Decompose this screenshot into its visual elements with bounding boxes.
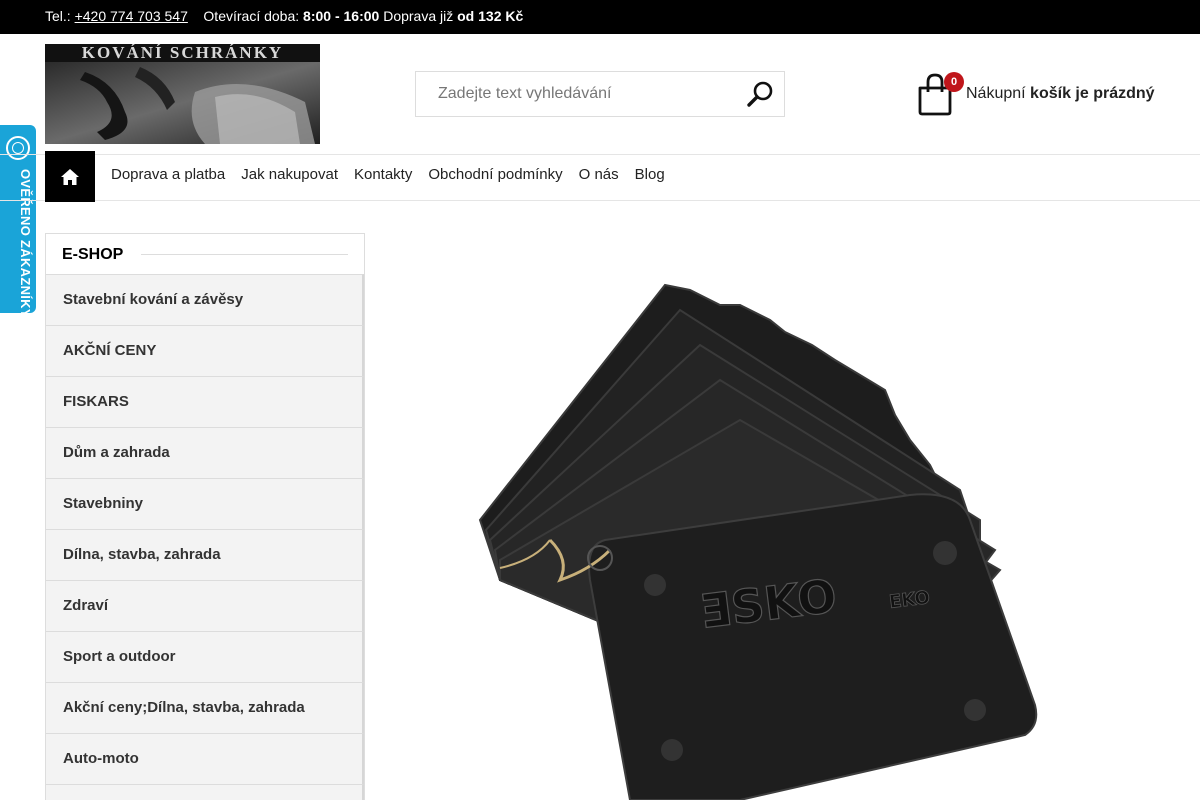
category-label: Dílna, stavba, zahrada (63, 546, 221, 563)
shipping-label: Doprava již (383, 8, 454, 24)
nav-item-blog[interactable]: Blog (627, 166, 673, 183)
category-item[interactable]: Stavebniny (46, 478, 364, 529)
nav-divider (0, 200, 1200, 201)
category-label: Akční ceny;Dílna, stavba, zahrada (63, 699, 305, 716)
category-sidebar: E-SHOP Stavební kování a závěsy AKČNÍ CE… (45, 233, 365, 800)
nav-item-how-to-buy[interactable]: Jak nakupovat (233, 166, 346, 183)
category-item[interactable]: Stavební kování a závěsy (46, 274, 364, 325)
nav-item-shipping[interactable]: Doprava a platba (103, 166, 233, 183)
category-label: FISKARS (63, 393, 129, 410)
shipping-price: od 132 Kč (457, 8, 524, 24)
category-item[interactable]: Akční ceny;Dílna, stavba, zahrada (46, 682, 364, 733)
nav-divider (0, 154, 1200, 155)
category-label: Dům a zahrada (63, 444, 170, 461)
opening-hours: 8:00 - 16:00 (303, 8, 380, 24)
phone-link[interactable]: +420 774 703 547 (75, 8, 188, 24)
category-item[interactable]: Dům a zahrada (46, 427, 364, 478)
nav-item-about[interactable]: O nás (571, 166, 627, 183)
nav-item-terms[interactable]: Obchodní podmínky (420, 166, 570, 183)
category-label: Stavební kování a závěsy (63, 291, 244, 308)
home-button[interactable] (45, 151, 95, 202)
nav-item-contacts[interactable]: Kontakty (346, 166, 420, 183)
home-icon (61, 168, 79, 185)
top-info-bar: Tel.: +420 774 703 547 Otevírací doba: 8… (0, 0, 1200, 34)
cart-count-badge: 0 (944, 72, 964, 92)
cart-status: košík je prázdný (1030, 85, 1155, 102)
category-label: Sport a outdoor (63, 648, 176, 665)
cart-label: Nákupní (966, 85, 1026, 102)
category-item[interactable]: Zdraví (46, 580, 364, 631)
category-item[interactable]: FISKARS (46, 376, 364, 427)
category-item[interactable]: Sport a outdoor (46, 631, 364, 682)
seal-icon (6, 136, 30, 160)
site-logo[interactable]: KOVÁNÍ SCHRÁNKY (45, 44, 320, 144)
main-nav: Doprava a platba Jak nakupovat Kontakty … (103, 166, 673, 183)
search-box (415, 71, 785, 117)
category-label: Stavebniny (63, 495, 144, 512)
search-icon (747, 81, 773, 107)
search-input[interactable] (416, 72, 736, 116)
pliers-photo-icon (45, 62, 320, 144)
sidebar-header: E-SHOP (46, 234, 364, 274)
shopping-bag-icon: 0 (916, 72, 964, 116)
category-item[interactable] (46, 784, 364, 800)
category-label: Auto-moto (63, 750, 139, 767)
category-label: AKČNÍ CENY (63, 342, 157, 359)
sidebar-title-rule (141, 254, 348, 255)
plastic-tray-fan-image: ƎSKO EKO (478, 283, 1038, 800)
category-item[interactable]: Auto-moto (46, 733, 364, 784)
category-item[interactable]: Dílna, stavba, zahrada (46, 529, 364, 580)
cart-widget[interactable]: 0 Nákupní košík je prázdný (916, 72, 1155, 116)
category-label: Zdraví (63, 597, 109, 614)
sidebar-title: E-SHOP (62, 246, 124, 263)
logo-text: KOVÁNÍ SCHRÁNKY (45, 44, 320, 62)
category-item[interactable]: AKČNÍ CENY (46, 325, 364, 376)
tel-label: Tel.: (45, 8, 71, 24)
search-button[interactable] (746, 80, 776, 108)
product-image[interactable]: ƎSKO EKO (440, 250, 1080, 800)
trust-badge-text: OVĚŘENO ZÁKAZNÍKY (18, 169, 33, 318)
hours-label: Otevírací doba: (203, 8, 300, 24)
